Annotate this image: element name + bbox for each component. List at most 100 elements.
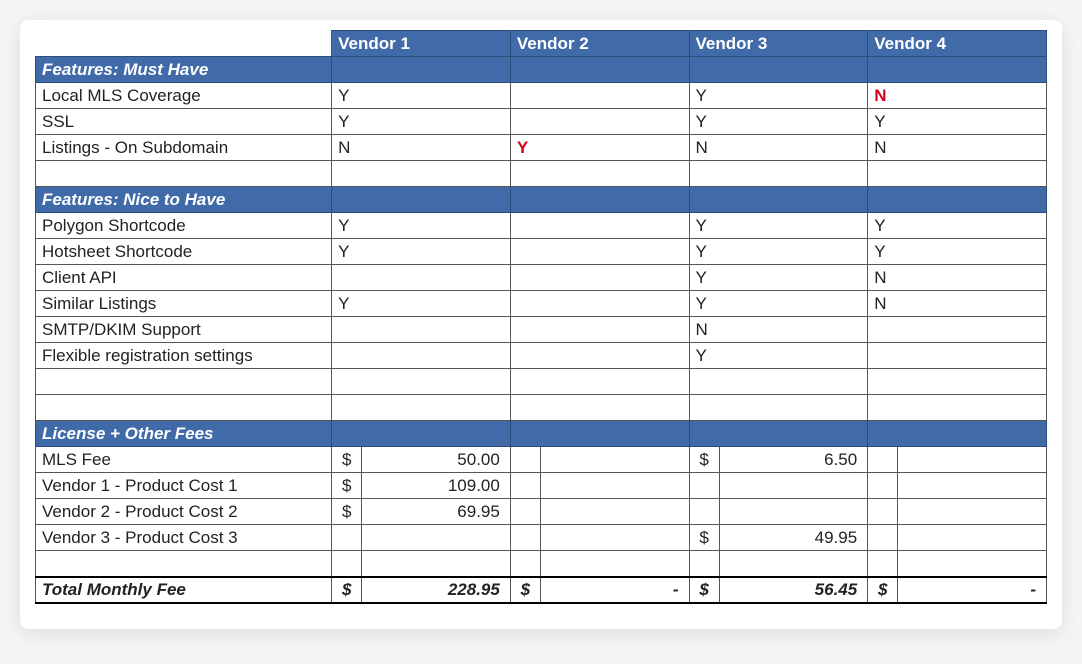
- cell-v3: Y: [689, 265, 868, 291]
- cur-v1: $: [332, 499, 362, 525]
- row-label: MLS Fee: [36, 447, 332, 473]
- cell-v2: Y: [510, 135, 689, 161]
- cell-v3: Y: [689, 343, 868, 369]
- cell-v2: [510, 213, 689, 239]
- cell-v1: Y: [332, 213, 511, 239]
- cell-v2: [510, 239, 689, 265]
- val-v1: 50.00: [362, 447, 511, 473]
- cell-v2: [510, 291, 689, 317]
- section-nice-to-have: Features: Nice to Have: [36, 187, 1047, 213]
- cell-v1: Y: [332, 291, 511, 317]
- cell-v3: Y: [689, 109, 868, 135]
- cell-v3: Y: [689, 239, 868, 265]
- header-vendor-3: Vendor 3: [689, 31, 868, 57]
- cur-v1: $: [332, 447, 362, 473]
- cell-v1: Y: [332, 109, 511, 135]
- row-label: Polygon Shortcode: [36, 213, 332, 239]
- cell-v3: N: [689, 135, 868, 161]
- row-label: Listings - On Subdomain: [36, 135, 332, 161]
- cell-v2: [510, 83, 689, 109]
- row-product-2: Vendor 2 - Product Cost 2 $ 69.95: [36, 499, 1047, 525]
- vendor-comparison-table: Vendor 1 Vendor 2 Vendor 3 Vendor 4 Feat…: [35, 30, 1047, 604]
- val-v3: 6.50: [719, 447, 868, 473]
- cur-v3: $: [689, 525, 719, 551]
- cell-v3: Y: [689, 291, 868, 317]
- cell-v1: [332, 317, 511, 343]
- section-label: License + Other Fees: [36, 421, 332, 447]
- cell-v4: [868, 317, 1047, 343]
- row-label: SMTP/DKIM Support: [36, 317, 332, 343]
- row-client-api: Client API Y N: [36, 265, 1047, 291]
- total-val-v2: -: [540, 577, 689, 603]
- cell-v1: [332, 265, 511, 291]
- cell-v4: N: [868, 83, 1047, 109]
- row-product-1: Vendor 1 - Product Cost 1 $ 109.00: [36, 473, 1047, 499]
- cell-v3: Y: [689, 213, 868, 239]
- row-flex-reg: Flexible registration settings Y: [36, 343, 1047, 369]
- total-label: Total Monthly Fee: [36, 577, 332, 603]
- row-label: Hotsheet Shortcode: [36, 239, 332, 265]
- total-cur-v1: $: [332, 577, 362, 603]
- row-subdomain: Listings - On Subdomain N Y N N: [36, 135, 1047, 161]
- val-v1: 69.95: [362, 499, 511, 525]
- total-cur-v2: $: [510, 577, 540, 603]
- row-total: Total Monthly Fee $ 228.95 $ - $ 56.45 $…: [36, 577, 1047, 603]
- cur-v1: $: [332, 473, 362, 499]
- total-val-v3: 56.45: [719, 577, 868, 603]
- cell-v4: N: [868, 291, 1047, 317]
- row-smtp: SMTP/DKIM Support N: [36, 317, 1047, 343]
- header-vendor-2: Vendor 2: [510, 31, 689, 57]
- row-label: Vendor 2 - Product Cost 2: [36, 499, 332, 525]
- vendor-comparison-card: Vendor 1 Vendor 2 Vendor 3 Vendor 4 Feat…: [20, 20, 1062, 629]
- header-vendor-4: Vendor 4: [868, 31, 1047, 57]
- val-v2: [540, 447, 689, 473]
- cell-v1: [332, 343, 511, 369]
- cell-v3: N: [689, 317, 868, 343]
- blank-row: [36, 395, 1047, 421]
- cell-v1: Y: [332, 239, 511, 265]
- cell-v4: [868, 343, 1047, 369]
- cell-v4: N: [868, 265, 1047, 291]
- row-similar: Similar Listings Y Y N: [36, 291, 1047, 317]
- total-cur-v3: $: [689, 577, 719, 603]
- blank-row: [36, 369, 1047, 395]
- cell-v4: Y: [868, 239, 1047, 265]
- cur-v3: $: [689, 447, 719, 473]
- cell-v4: N: [868, 135, 1047, 161]
- cell-v4: Y: [868, 109, 1047, 135]
- cell-v1: Y: [332, 83, 511, 109]
- cell-v2: [510, 265, 689, 291]
- val-v1: 109.00: [362, 473, 511, 499]
- val-v3: 49.95: [719, 525, 868, 551]
- cur-v2: [510, 447, 540, 473]
- total-val-v4: -: [898, 577, 1047, 603]
- row-label: SSL: [36, 109, 332, 135]
- row-label: Flexible registration settings: [36, 343, 332, 369]
- cell-v2: [510, 317, 689, 343]
- section-label: Features: Must Have: [36, 57, 332, 83]
- total-val-v1: 228.95: [362, 577, 511, 603]
- row-hotsheet: Hotsheet Shortcode Y Y Y: [36, 239, 1047, 265]
- cell-v2: [510, 109, 689, 135]
- section-label: Features: Nice to Have: [36, 187, 332, 213]
- row-mls-fee: MLS Fee $ 50.00 $ 6.50: [36, 447, 1047, 473]
- row-polygon: Polygon Shortcode Y Y Y: [36, 213, 1047, 239]
- blank-row: [36, 551, 1047, 577]
- cell-v4: Y: [868, 213, 1047, 239]
- cell-v2: [510, 343, 689, 369]
- cur-v4: [868, 447, 898, 473]
- cell-v3: Y: [689, 83, 868, 109]
- header-row: Vendor 1 Vendor 2 Vendor 3 Vendor 4: [36, 31, 1047, 57]
- row-ssl: SSL Y Y Y: [36, 109, 1047, 135]
- row-label: Vendor 1 - Product Cost 1: [36, 473, 332, 499]
- total-cur-v4: $: [868, 577, 898, 603]
- cell-v1: N: [332, 135, 511, 161]
- section-fees: License + Other Fees: [36, 421, 1047, 447]
- blank-row: [36, 161, 1047, 187]
- row-label: Client API: [36, 265, 332, 291]
- section-must-have: Features: Must Have: [36, 57, 1047, 83]
- header-blank: [36, 31, 332, 57]
- row-label: Local MLS Coverage: [36, 83, 332, 109]
- header-vendor-1: Vendor 1: [332, 31, 511, 57]
- row-label: Similar Listings: [36, 291, 332, 317]
